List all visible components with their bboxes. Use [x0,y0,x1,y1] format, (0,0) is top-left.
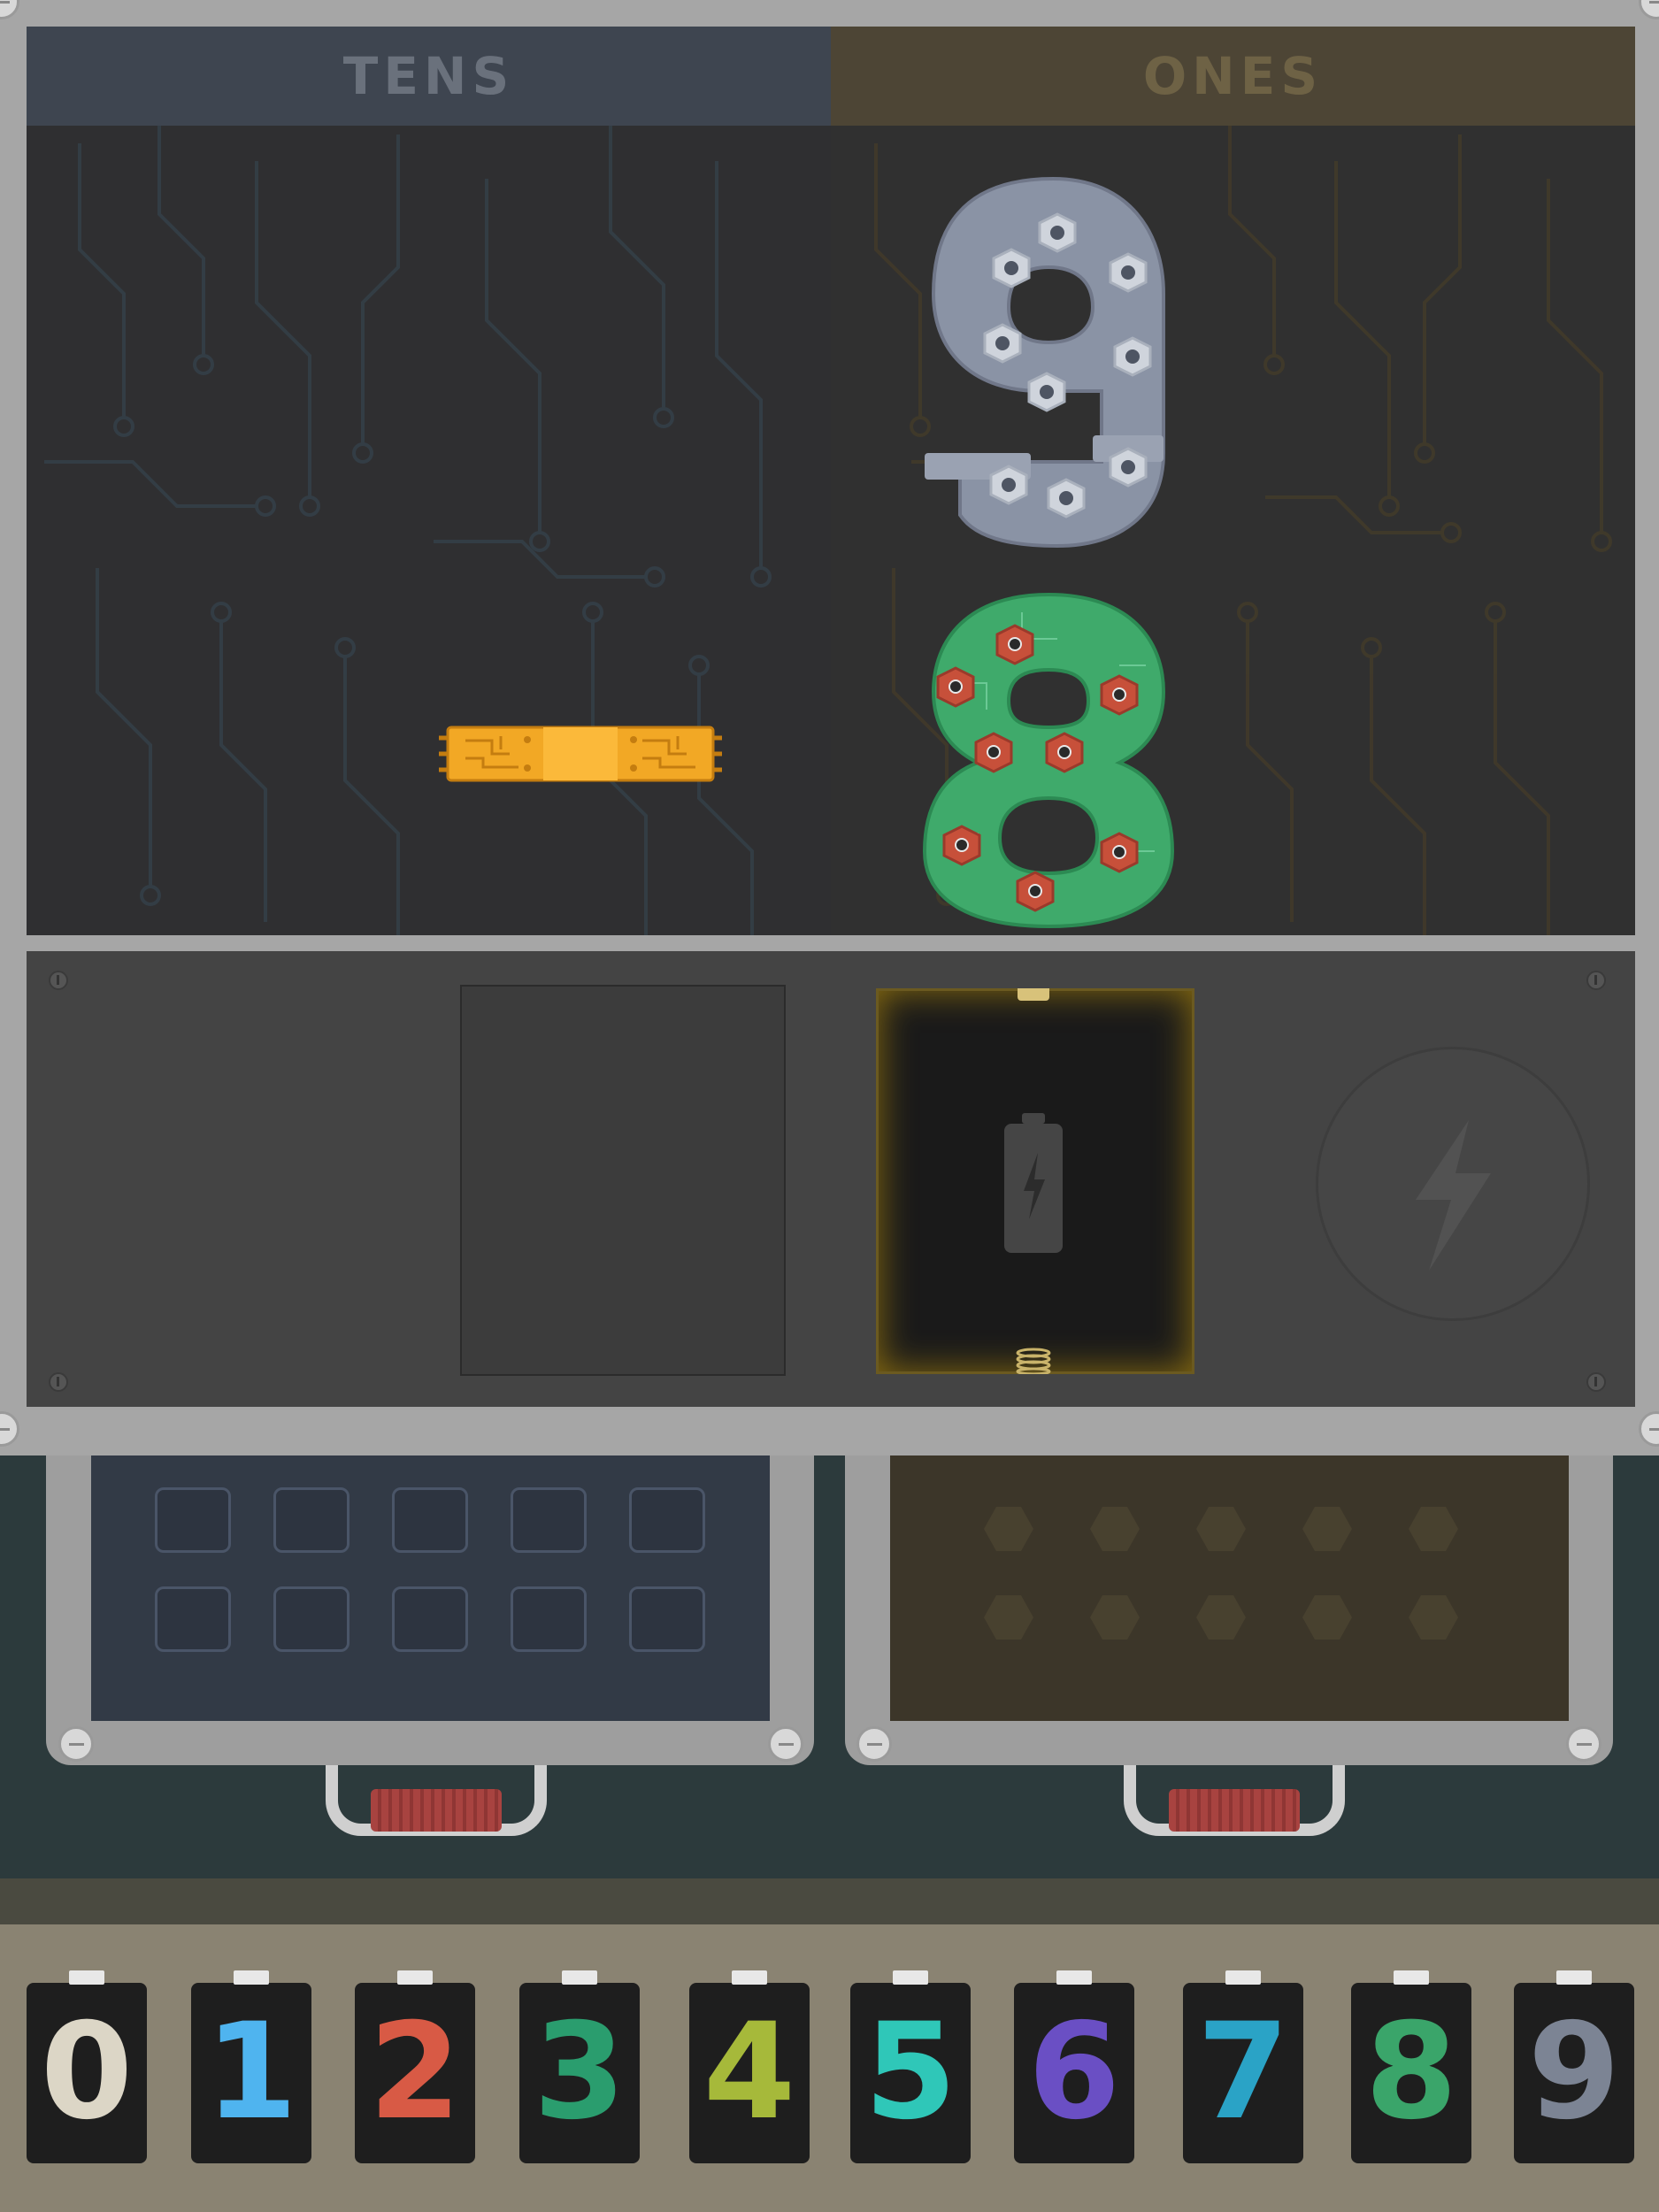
rod-chip-icon [439,726,722,782]
digit-nine-nuts-icon [925,176,1165,549]
digit-card-8[interactable]: 8 [1351,1970,1471,2163]
digit-card-label: 5 [864,1995,957,2149]
digit-card-5[interactable]: 5 [850,1970,971,2163]
tens-tray-slot[interactable] [273,1487,349,1553]
digit-card-label: 4 [703,1995,796,2149]
power-button[interactable] [1316,1047,1590,1321]
shelf-rail [0,1878,1659,1924]
panel-screw [49,971,68,990]
ones-label: ONES [1142,46,1324,106]
slot-spring-icon [1013,1348,1054,1376]
slot-contact-top [1018,988,1049,1001]
tray-screw [1566,1726,1601,1762]
digit-card-label: 3 [533,1995,626,2149]
battery-charge-icon [1002,1113,1064,1255]
card-clip [732,1970,767,1985]
circuit-pattern [44,126,1612,935]
digit-card-6[interactable]: 6 [1014,1970,1134,2163]
digit-card-2[interactable]: 2 [355,1970,475,2163]
card-clip [1394,1970,1429,1985]
tens-header: TENS [27,27,831,126]
digit-card-label: 0 [40,1995,134,2149]
tens-tray-slot[interactable] [273,1586,349,1652]
tens-tray-slot[interactable] [155,1487,231,1553]
card-clip [69,1970,104,1985]
card-clip [1056,1970,1092,1985]
play-board [27,126,1635,935]
digit-card-3[interactable]: 3 [519,1970,640,2163]
ones-tray [890,1455,1569,1721]
digit-card-7[interactable]: 7 [1183,1970,1303,2163]
tens-tray-slot[interactable] [629,1487,705,1553]
digit-card-label: 1 [204,1995,298,2149]
ones-handle-grip[interactable] [1169,1789,1300,1832]
card-clip [562,1970,597,1985]
digit-card-label: 6 [1027,1995,1121,2149]
tens-handle-grip[interactable] [371,1789,502,1832]
tens-tray-slot[interactable] [511,1586,587,1652]
panel-screw [49,1372,68,1392]
tens-tray-slot[interactable] [392,1487,468,1553]
tens-tray-slot[interactable] [629,1586,705,1652]
digit-card-label: 9 [1527,1995,1621,2149]
panel-screw [1586,971,1606,990]
ones-digit-8-piece[interactable] [898,586,1199,934]
digit-card-label: 8 [1364,1995,1458,2149]
tens-battery-slot[interactable] [460,985,786,1376]
panel-screw [1586,1372,1606,1392]
tens-tray-slot[interactable] [511,1487,587,1553]
tens-tray-slot[interactable] [392,1586,468,1652]
card-clip [1225,1970,1261,1985]
tens-label: TENS [342,46,515,106]
card-clip [397,1970,433,1985]
digit-card-1[interactable]: 1 [191,1970,311,2163]
digit-card-4[interactable]: 4 [689,1970,810,2163]
ones-digit-9-piece[interactable] [907,170,1199,554]
card-clip [1556,1970,1592,1985]
tray-screw [768,1726,803,1762]
lightning-bolt-icon [1416,1120,1491,1271]
card-clip [893,1970,928,1985]
digit-card-label: 2 [368,1995,462,2149]
card-clip [234,1970,269,1985]
tens-tray-slot[interactable] [155,1586,231,1652]
ones-header: ONES [831,27,1635,126]
digit-card-9[interactable]: 9 [1514,1970,1634,2163]
digit-card-0[interactable]: 0 [27,1970,147,2163]
digit-eight-circuit-icon [922,592,1175,929]
tray-screw [58,1726,94,1762]
tens-rod-piece[interactable] [439,718,722,793]
digit-card-label: 7 [1196,1995,1290,2149]
tray-screw [856,1726,892,1762]
